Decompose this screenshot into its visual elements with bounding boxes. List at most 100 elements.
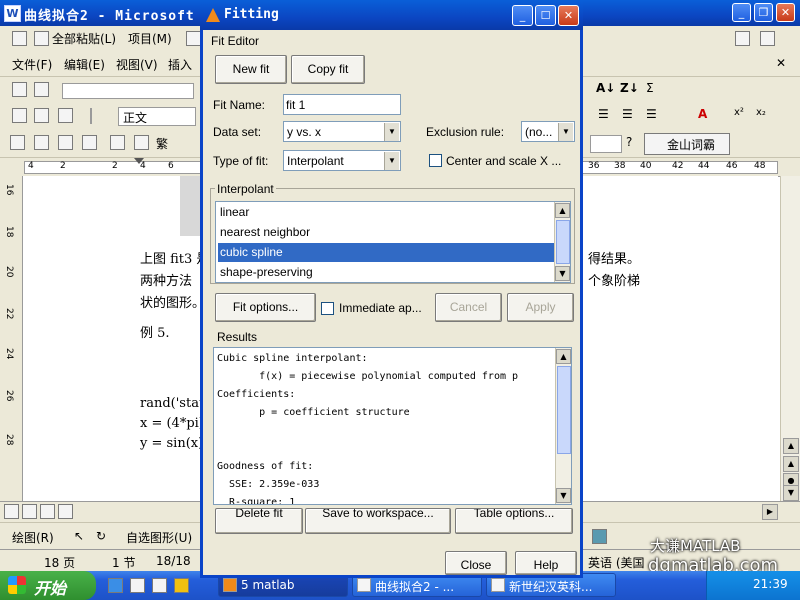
- print-preview-icon[interactable]: [110, 135, 125, 150]
- menu-close-icon[interactable]: ✕: [776, 56, 786, 70]
- minimize-icon[interactable]: _: [512, 5, 533, 26]
- apply-button[interactable]: Apply: [507, 293, 574, 322]
- select-arrow-icon[interactable]: ↖: [74, 529, 84, 543]
- indent-icon[interactable]: ☰: [646, 107, 657, 121]
- paste-all-icon[interactable]: [34, 31, 49, 46]
- outline-view-icon[interactable]: [58, 504, 73, 519]
- bullets-icon[interactable]: ☰: [622, 107, 633, 121]
- chevron-down-icon[interactable]: ▼: [384, 152, 399, 170]
- chevron-down-icon[interactable]: ▼: [558, 123, 573, 141]
- pen-icon[interactable]: [12, 82, 27, 97]
- paste-all-button[interactable]: 全部粘贴(L): [52, 30, 116, 47]
- scroll-down-icon[interactable]: ▼: [555, 266, 570, 281]
- toolbar-icon[interactable]: [58, 108, 73, 123]
- autoshapes-button[interactable]: 自选图形(U): [126, 529, 192, 546]
- menu-insert[interactable]: 插入: [168, 56, 192, 73]
- style-select[interactable]: 正文: [118, 107, 196, 126]
- sort-ascending-icon[interactable]: A↓: [596, 81, 615, 95]
- minimize-icon[interactable]: _: [732, 3, 751, 22]
- menu-edit[interactable]: 编辑(E): [64, 56, 105, 73]
- list-item-nearest-neighbor[interactable]: nearest neighbor: [218, 223, 554, 242]
- normal-view-icon[interactable]: [4, 504, 19, 519]
- scroll-down-icon[interactable]: ▼: [556, 488, 571, 503]
- media-player-icon[interactable]: [174, 578, 189, 593]
- delete-fit-button[interactable]: Delete fit: [215, 508, 303, 534]
- quicklaunch-icon[interactable]: [152, 578, 167, 593]
- copy-fit-button[interactable]: Copy fit: [291, 55, 365, 84]
- list-item-cubic-spline[interactable]: cubic spline: [218, 243, 554, 262]
- previous-page-icon[interactable]: ▲: [783, 456, 799, 472]
- menu-view[interactable]: 视图(V): [116, 56, 158, 73]
- subscript-icon[interactable]: x₂: [756, 107, 766, 118]
- chevron-down-icon[interactable]: ▼: [384, 123, 399, 141]
- numbering-icon[interactable]: ☰: [598, 107, 609, 121]
- fit-options-button[interactable]: Fit options...: [215, 293, 316, 322]
- toolbar-icon[interactable]: [735, 31, 750, 46]
- close-icon[interactable]: ✕: [776, 3, 795, 22]
- interpolant-scrollbar[interactable]: ▲ ▼: [554, 202, 570, 282]
- toolbar-icon[interactable]: [12, 108, 27, 123]
- line-style-select[interactable]: [62, 83, 194, 99]
- scroll-thumb[interactable]: [557, 366, 571, 454]
- maximize-icon[interactable]: ☐: [535, 5, 556, 26]
- document-scrollbar[interactable]: ▲ ▲ ● ▼: [780, 176, 800, 501]
- results-text[interactable]: Cubic spline interpolant: f(x) = piecewi…: [213, 347, 572, 505]
- indent-marker[interactable]: [134, 158, 144, 164]
- save-to-workspace-button[interactable]: Save to workspace...: [305, 508, 451, 534]
- close-button[interactable]: Close: [445, 551, 507, 575]
- table-options-button[interactable]: Table options...: [455, 508, 573, 534]
- scroll-thumb[interactable]: [556, 220, 570, 264]
- ie-icon[interactable]: [108, 578, 123, 593]
- print-icon[interactable]: [82, 135, 97, 150]
- list-item-shape-preserving[interactable]: shape-preserving: [218, 263, 554, 282]
- dataset-select[interactable]: y vs. x ▼: [283, 121, 401, 142]
- results-scrollbar[interactable]: ▲ ▼: [555, 348, 571, 504]
- scroll-up-icon[interactable]: ▲: [555, 203, 570, 218]
- traditional-chinese-icon[interactable]: 繁: [156, 135, 168, 152]
- toolbar-icon[interactable]: [134, 135, 149, 150]
- help-icon[interactable]: ?: [626, 135, 632, 149]
- zoom-select[interactable]: [590, 135, 622, 153]
- save-icon[interactable]: [58, 135, 73, 150]
- exclusion-rule-label: Exclusion rule:: [426, 125, 505, 139]
- sum-icon[interactable]: Σ: [646, 81, 654, 95]
- toolbar-icon[interactable]: [12, 31, 27, 46]
- type-of-fit-select[interactable]: Interpolant ▼: [283, 150, 401, 171]
- eraser-icon[interactable]: [34, 82, 49, 97]
- items-menu-button[interactable]: 项目(M): [128, 30, 172, 47]
- vertical-ruler[interactable]: 16 18 20 22 24 26 28: [0, 176, 23, 501]
- menu-file[interactable]: 文件(F): [12, 56, 52, 73]
- restore-icon[interactable]: ❐: [754, 3, 773, 22]
- exclusion-rule-select[interactable]: (no... ▼: [521, 121, 575, 142]
- fit-name-field[interactable]: fit 1: [283, 94, 401, 115]
- toolbar-icon[interactable]: [34, 108, 49, 123]
- scroll-up-icon[interactable]: ▲: [556, 349, 571, 364]
- scroll-right-icon[interactable]: ▶: [762, 504, 778, 520]
- cancel-button[interactable]: Cancel: [435, 293, 502, 322]
- toolbar-icon[interactable]: [760, 31, 775, 46]
- toolbar-icon[interactable]: [186, 31, 201, 46]
- next-page-icon[interactable]: ▼: [783, 485, 799, 501]
- start-button[interactable]: 开始: [0, 571, 96, 600]
- jinshan-ciba-button[interactable]: 金山词霸: [644, 133, 730, 155]
- print-view-icon[interactable]: [40, 504, 55, 519]
- font-color-icon[interactable]: A: [698, 107, 707, 121]
- list-item-linear[interactable]: linear: [218, 203, 554, 222]
- immediate-apply-checkbox[interactable]: [321, 302, 334, 315]
- superscript-icon[interactable]: x²: [734, 107, 744, 118]
- quicklaunch-icon[interactable]: [130, 578, 145, 593]
- fitting-title-bar[interactable]: Fitting _ ☐ ✕: [200, 0, 583, 30]
- web-view-icon[interactable]: [22, 504, 37, 519]
- open-icon[interactable]: [34, 135, 49, 150]
- draw-menu-button[interactable]: 绘图(R): [12, 529, 54, 546]
- center-scale-checkbox[interactable]: [429, 154, 442, 167]
- rotate-icon[interactable]: ↻: [96, 529, 106, 543]
- close-icon[interactable]: ✕: [558, 5, 579, 26]
- 3d-style-icon[interactable]: [592, 529, 607, 544]
- scroll-up-icon[interactable]: ▲: [783, 438, 799, 454]
- sort-descending-icon[interactable]: Z↓: [620, 81, 639, 95]
- new-fit-button[interactable]: New fit: [215, 55, 287, 84]
- interpolant-list[interactable]: linear nearest neighbor cubic spline sha…: [215, 201, 571, 283]
- help-button[interactable]: Help: [515, 551, 577, 575]
- new-document-icon[interactable]: [10, 135, 25, 150]
